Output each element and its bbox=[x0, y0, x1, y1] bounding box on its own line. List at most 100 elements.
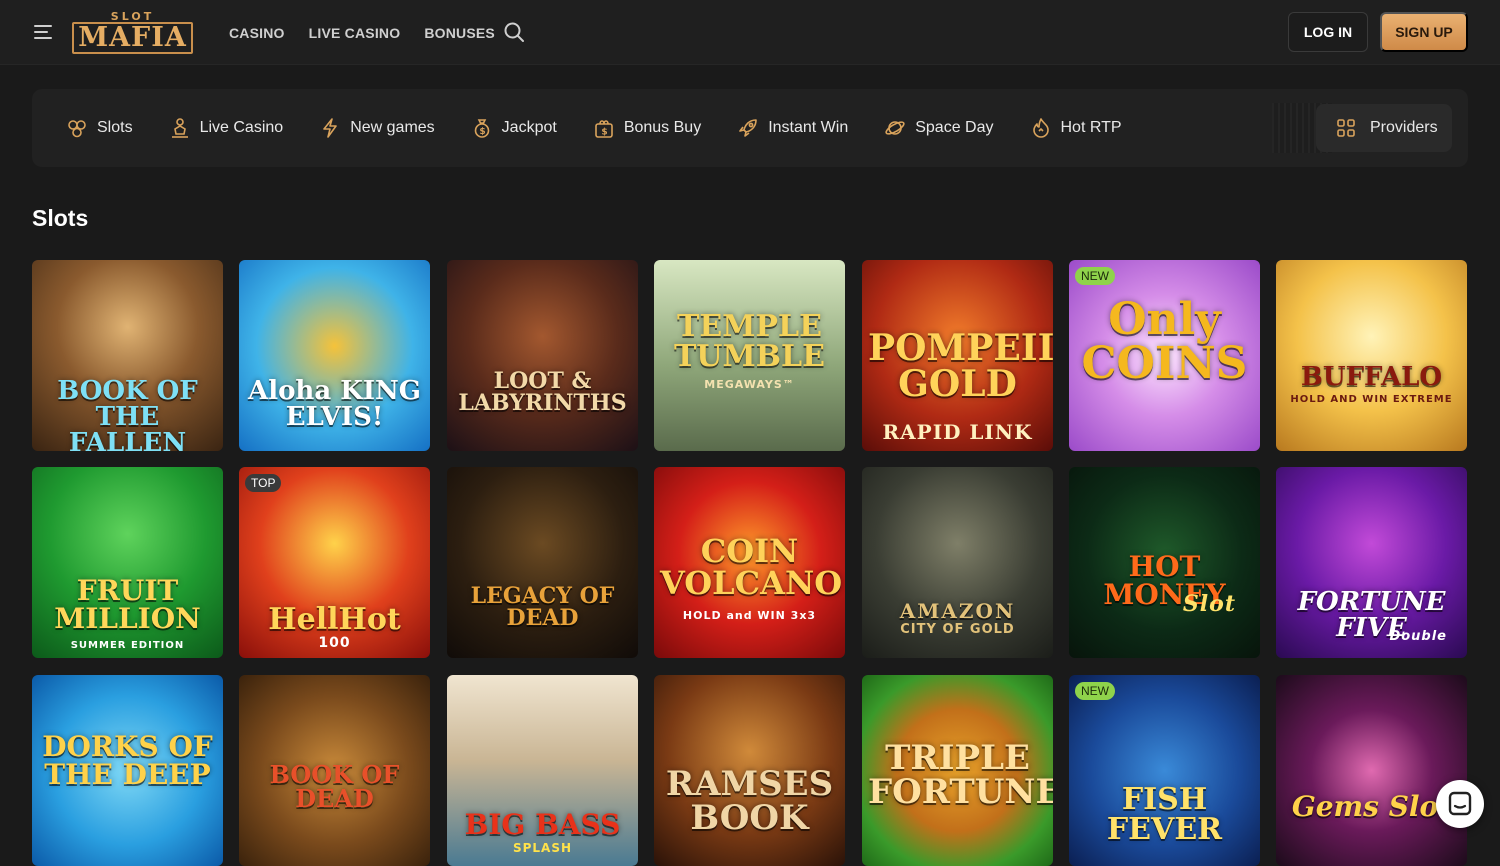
game-title: Gems Slot bbox=[1291, 790, 1452, 823]
game-title: BIG BASS bbox=[464, 808, 621, 841]
nav-bonuses[interactable]: BONUSES bbox=[424, 25, 495, 41]
game-title: POMPEII GOLD bbox=[868, 327, 1053, 405]
game-title: Only COINS bbox=[1081, 294, 1248, 389]
new-badge: NEW bbox=[1075, 267, 1115, 285]
game-title: BOOK OF THE FALLEN bbox=[57, 376, 198, 451]
main-nav: CASINO LIVE CASINO BONUSES bbox=[229, 25, 495, 41]
game-title: TEMPLE TUMBLE bbox=[673, 309, 825, 374]
game-tile-fortune-five-double[interactable]: FORTUNE FIVE Double bbox=[1276, 467, 1467, 658]
game-subtitle: MEGAWAYS™ bbox=[704, 378, 795, 391]
rocket-icon bbox=[739, 119, 758, 137]
top-badge: TOP bbox=[245, 474, 282, 492]
game-tile-loot-and-labyrinths[interactable]: LOOT & LABYRINTHS bbox=[447, 260, 638, 451]
game-subtitle: HOLD AND WIN EXTREME bbox=[1290, 394, 1453, 405]
logo[interactable]: SLOT MAFIA bbox=[72, 10, 193, 54]
category-label: Bonus Buy bbox=[623, 119, 702, 136]
game-title: TRIPLE FORTUNE bbox=[868, 738, 1053, 812]
category-hot-rtp[interactable]: Hot RTP bbox=[1030, 116, 1122, 140]
login-button[interactable]: LOG IN bbox=[1288, 12, 1368, 52]
new-badge: NEW bbox=[1075, 682, 1115, 700]
gift-bag-icon: $ bbox=[595, 120, 613, 138]
game-title: LEGACY OF DEAD bbox=[470, 583, 615, 631]
grid-icon bbox=[1337, 119, 1355, 137]
planet-icon bbox=[885, 121, 905, 135]
game-tile-aloha-king-elvis[interactable]: Aloha KING ELVIS! bbox=[239, 260, 430, 451]
game-tile-legacy-of-dead[interactable]: LEGACY OF DEAD bbox=[447, 467, 638, 658]
nav-casino[interactable]: CASINO bbox=[229, 25, 285, 41]
game-title: FISH FEVER bbox=[1106, 782, 1223, 847]
game-title: COIN VOLCANO bbox=[660, 532, 843, 602]
game-tile-buffalo-hold-and-win[interactable]: BUFFALO HOLD AND WIN EXTREME bbox=[1276, 260, 1467, 451]
game-title: DORKS OF THE DEEP bbox=[42, 730, 213, 791]
game-tile-pompeii-gold[interactable]: POMPEII GOLD RAPID LINK bbox=[862, 260, 1053, 451]
signup-button[interactable]: SIGN UP bbox=[1380, 12, 1468, 52]
game-subtitle: SPLASH bbox=[512, 841, 573, 855]
category-new-games[interactable]: New games bbox=[319, 116, 435, 140]
game-title: FRUIT MILLION bbox=[54, 574, 201, 635]
category-label: Space Day bbox=[915, 119, 994, 136]
game-subtitle: 100 bbox=[318, 635, 351, 651]
chat-icon bbox=[1448, 791, 1472, 816]
game-title: RAMSES BOOK bbox=[665, 764, 834, 838]
category-label: New games bbox=[350, 119, 435, 136]
game-tile-book-of-the-fallen[interactable]: BOOK OF THE FALLEN bbox=[32, 260, 223, 451]
search-icon[interactable] bbox=[503, 21, 525, 43]
game-tile-big-bass-splash[interactable]: BIG BASS SPLASH bbox=[447, 675, 638, 866]
game-subtitle: SUMMER EDITION bbox=[70, 640, 185, 651]
top-bar: SLOT MAFIA CASINO LIVE CASINO BONUSES LO… bbox=[0, 0, 1500, 65]
logo-big-text: MAFIA bbox=[78, 22, 187, 53]
providers-label: Providers bbox=[1370, 119, 1438, 136]
svg-text:$: $ bbox=[601, 128, 607, 138]
category-live-casino[interactable]: Live Casino bbox=[169, 116, 284, 140]
nav-live-casino[interactable]: LIVE CASINO bbox=[309, 25, 401, 41]
category-instant-win[interactable]: Instant Win bbox=[737, 116, 848, 140]
game-tile-ramses-book[interactable]: RAMSES BOOK bbox=[654, 675, 845, 866]
game-tile-triple-fortune[interactable]: TRIPLE FORTUNE bbox=[862, 675, 1053, 866]
category-label: Live Casino bbox=[199, 119, 284, 136]
game-subtitle: HOLD and WIN 3x3 bbox=[682, 609, 817, 622]
category-slots[interactable]: Slots bbox=[66, 116, 133, 140]
game-tile-only-coins[interactable]: NEW Only COINS bbox=[1069, 260, 1260, 451]
category-label: Jackpot bbox=[501, 119, 557, 136]
chat-launcher-button[interactable] bbox=[1436, 780, 1484, 828]
game-tile-gems-slot[interactable]: Gems Slot bbox=[1276, 675, 1467, 866]
category-label: Slots bbox=[97, 119, 133, 136]
game-artwork bbox=[1276, 260, 1467, 451]
flame-icon bbox=[1032, 118, 1049, 138]
category-space-day[interactable]: Space Day bbox=[884, 116, 994, 140]
game-title: HellHot bbox=[268, 602, 401, 637]
section-title: Slots bbox=[32, 205, 89, 231]
game-tile-dorks-of-the-deep[interactable]: DORKS OF THE DEEP bbox=[32, 675, 223, 866]
providers-button[interactable]: Providers bbox=[1316, 104, 1452, 152]
game-tile-fruit-million[interactable]: FRUIT MILLION SUMMER EDITION bbox=[32, 467, 223, 658]
game-tile-amazon-city-of-gold[interactable]: AMAZON CITY OF GOLD bbox=[862, 467, 1053, 658]
game-subtitle: CITY OF GOLD bbox=[900, 622, 1015, 637]
game-title: LOOT & LABYRINTHS bbox=[458, 368, 627, 416]
category-label: Hot RTP bbox=[1060, 119, 1122, 136]
game-subtitle: Double bbox=[1389, 629, 1447, 644]
dealer-icon bbox=[171, 118, 188, 138]
game-tile-hellhot-100[interactable]: TOP HellHot 100 bbox=[239, 467, 430, 658]
game-tile-fish-fever[interactable]: NEW FISH FEVER bbox=[1069, 675, 1260, 866]
money-bag-icon: $ bbox=[474, 119, 489, 138]
game-subtitle: Slot bbox=[1182, 591, 1236, 617]
game-subtitle: RAPID LINK bbox=[882, 420, 1033, 444]
cherries-icon bbox=[68, 120, 86, 138]
category-label: Instant Win bbox=[768, 119, 849, 136]
game-artwork bbox=[447, 260, 638, 451]
game-title: BOOK OF DEAD bbox=[269, 760, 400, 813]
game-title: Aloha KING ELVIS! bbox=[248, 376, 421, 432]
category-list: Slots Live Casino New games $ Jackpot $ … bbox=[66, 116, 1158, 140]
menu-icon[interactable] bbox=[32, 21, 54, 43]
category-bonus-buy[interactable]: $ Bonus Buy bbox=[593, 116, 701, 140]
game-tile-coin-volcano[interactable]: COIN VOLCANO HOLD and WIN 3x3 bbox=[654, 467, 845, 658]
game-tile-hot-money-slot[interactable]: HOT MONEY Slot bbox=[1069, 467, 1260, 658]
game-title: AMAZON bbox=[899, 599, 1016, 623]
game-title: BUFFALO bbox=[1300, 362, 1443, 392]
game-tile-temple-tumble[interactable]: TEMPLE TUMBLE MEGAWAYS™ bbox=[654, 260, 845, 451]
svg-text:$: $ bbox=[479, 127, 485, 137]
category-jackpot[interactable]: $ Jackpot bbox=[471, 116, 557, 140]
lightning-icon bbox=[323, 118, 337, 138]
game-tile-book-of-dead[interactable]: BOOK OF DEAD bbox=[239, 675, 430, 866]
category-bar: Slots Live Casino New games $ Jackpot $ … bbox=[32, 89, 1468, 167]
